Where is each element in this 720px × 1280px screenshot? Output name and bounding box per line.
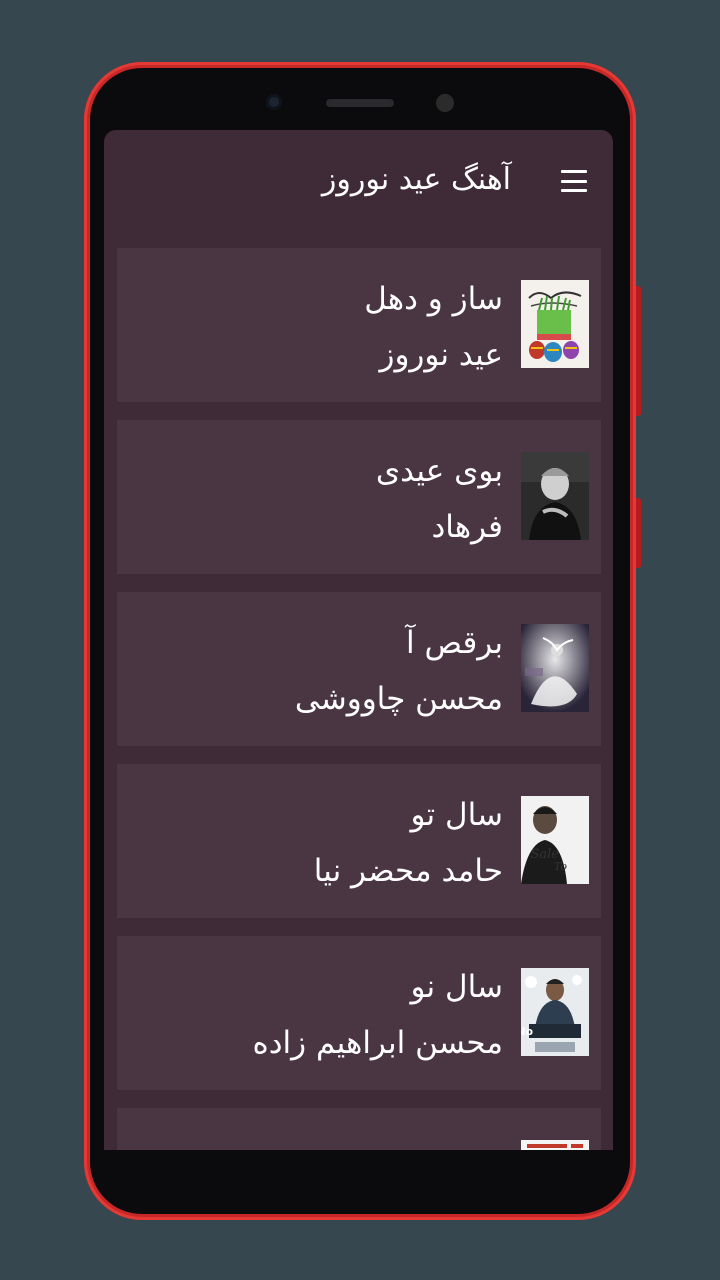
app-title: آهنگ عید نوروز [321,162,511,197]
song-artist: محسن ابراهیم زاده [252,1025,504,1061]
song-artist: حامد محضر نیا [313,853,503,889]
song-list[interactable]: ساز و دهل عید نوروز بوی عیدی فرهاد برقص … [117,248,601,1150]
song-card[interactable] [117,1108,601,1150]
song-artist: فرهاد [431,509,503,545]
song-title: سال تو [410,797,503,833]
menu-line [561,179,587,183]
song-card[interactable]: ساز و دهل عید نوروز [117,248,601,402]
hamburger-menu-icon[interactable] [561,170,587,192]
song-title: برقص آ [406,625,503,661]
sale-no-cover-icon: SaleNo [521,968,589,1056]
front-camera-icon [266,94,282,110]
song-title: بوی عیدی [375,453,503,489]
song-card[interactable]: SaleNo سال نو محسن ابراهیم زاده [117,936,601,1090]
song-card[interactable]: برقص آ محسن چاووشی [117,592,601,746]
song-card[interactable]: بوی عیدی فرهاد [117,420,601,574]
menu-line [561,170,587,173]
farhad-portrait-cover-icon [521,452,589,540]
app-screen: آهنگ عید نوروز ساز و دهل عید نوروز بوی ع… [104,130,613,1150]
song-artist: عید نوروز [379,337,503,373]
song-title: ساز و دهل [364,281,503,317]
nowruz-sabzeh-cover-icon [521,280,589,368]
svg-text:SaleNo: SaleNo [521,1025,533,1038]
svg-text:To: To [554,860,567,873]
song-card[interactable]: Sale To سال تو حامد محضر نیا [117,764,601,918]
app-bar: آهنگ عید نوروز [104,130,613,234]
song-artist: محسن چاووشی [294,681,503,717]
proximity-sensor-icon [436,94,454,112]
sale-to-cover-icon: Sale To [521,796,589,884]
partial-cover-icon [521,1140,589,1150]
earpiece-speaker [326,99,394,107]
song-title: سال نو [410,969,503,1005]
volume-button [636,286,641,416]
menu-line [561,189,587,192]
power-button [636,498,641,568]
dancer-cover-icon [521,624,589,712]
